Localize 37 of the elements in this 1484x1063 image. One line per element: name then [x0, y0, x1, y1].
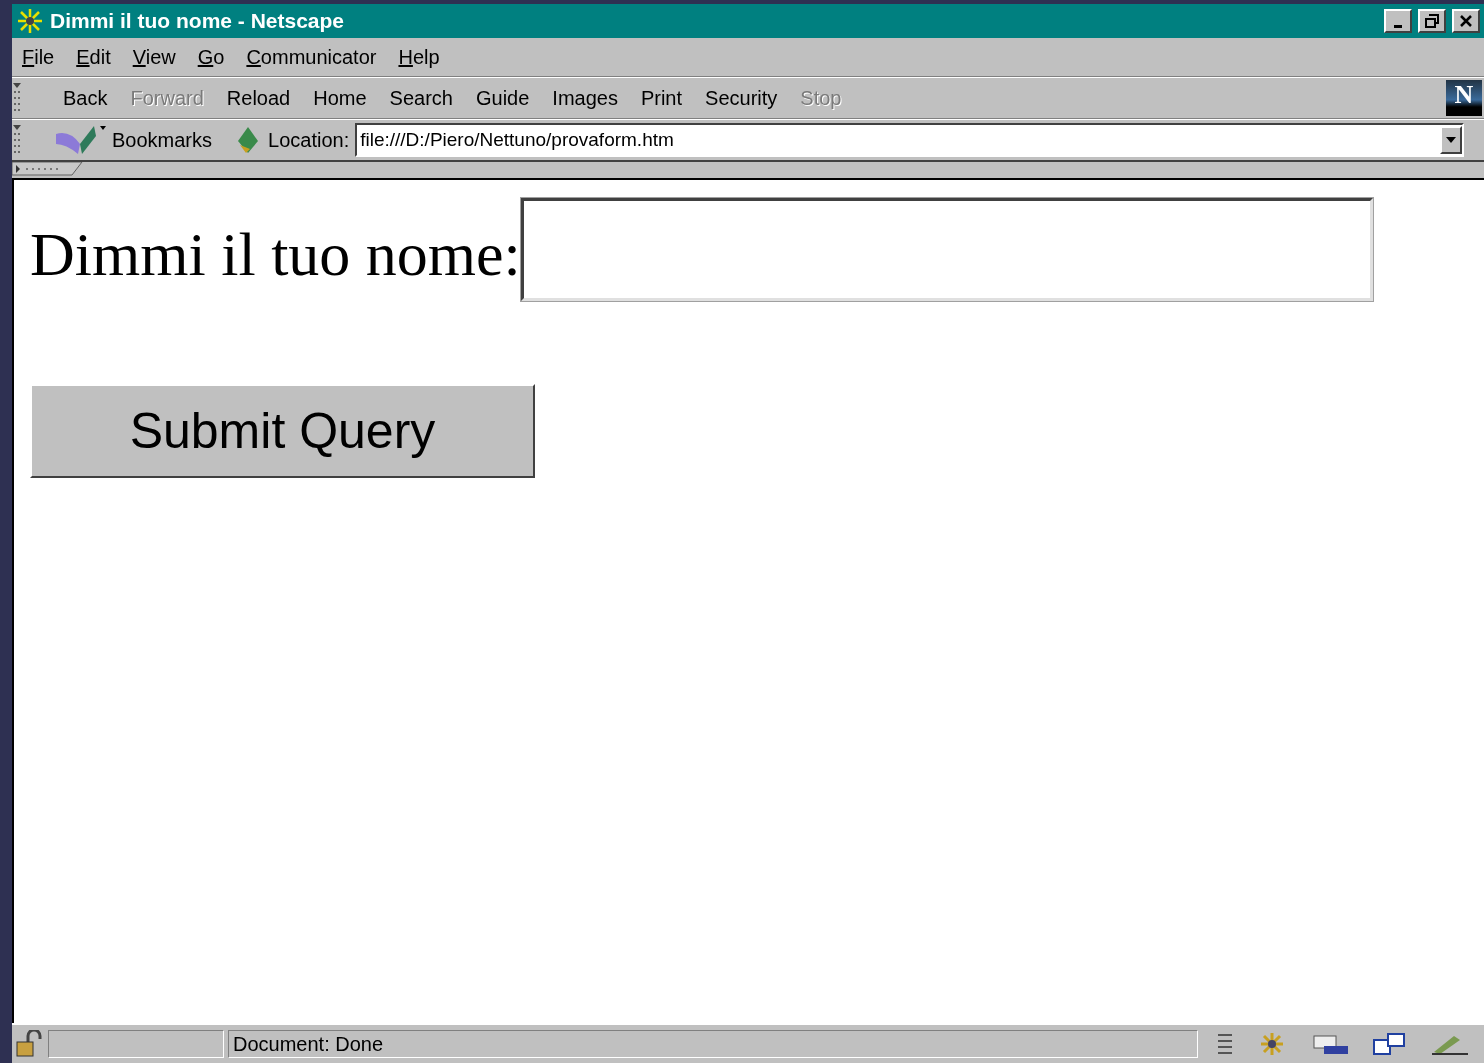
- location-label: Location:: [268, 128, 350, 152]
- close-icon: [1459, 14, 1473, 28]
- menu-item[interactable]: Edit: [76, 45, 111, 69]
- padlock-icon[interactable]: [14, 1030, 44, 1058]
- dropdown-button[interactable]: [1440, 126, 1462, 154]
- menu-item[interactable]: View: [132, 45, 176, 69]
- restore-icon: [1425, 14, 1439, 28]
- toolbar-button[interactable]: Reload: [215, 86, 303, 110]
- bookmarks-button[interactable]: Bookmarks: [54, 124, 213, 156]
- toolbar-button[interactable]: Security: [694, 86, 790, 110]
- name-label: Dimmi il tuo nome:: [30, 223, 521, 290]
- close-button[interactable]: [1452, 9, 1480, 33]
- toolbar-button[interactable]: Guide: [464, 86, 542, 110]
- netscape-logo[interactable]: N: [1446, 80, 1482, 116]
- menu-item[interactable]: File: [22, 45, 55, 69]
- chat-icon[interactable]: [1372, 1032, 1408, 1056]
- location-field[interactable]: file:///D:/Piero/Nettuno/provaform.htm: [355, 123, 1464, 157]
- book-icon: [54, 124, 108, 156]
- name-input[interactable]: [520, 198, 1373, 301]
- app-icon: [16, 7, 44, 35]
- toolbar-button[interactable]: Print: [629, 86, 695, 110]
- minimize-icon: [1394, 24, 1402, 28]
- menu-item[interactable]: Help: [398, 45, 440, 69]
- restore-button[interactable]: [1418, 9, 1446, 33]
- toolbar-button[interactable]: Back: [52, 86, 120, 110]
- window-title: Dimmi il tuo nome - Netscape: [50, 9, 346, 33]
- menu-item[interactable]: Communicator: [246, 45, 377, 69]
- toolbar-button[interactable]: Search: [378, 86, 465, 110]
- caret-icon: [1446, 137, 1456, 143]
- submit-button[interactable]: Submit Query: [30, 384, 535, 478]
- list-icon[interactable]: [1216, 1031, 1234, 1057]
- status-text: Document: Done: [233, 1032, 384, 1056]
- menu-item[interactable]: Go: [197, 45, 225, 69]
- toolbar-button[interactable]: Home: [302, 86, 379, 110]
- minimize-button[interactable]: [1384, 9, 1412, 33]
- toolbar-button[interactable]: Images: [541, 86, 630, 110]
- collapsed-toolbar-tab-icon[interactable]: [12, 162, 84, 176]
